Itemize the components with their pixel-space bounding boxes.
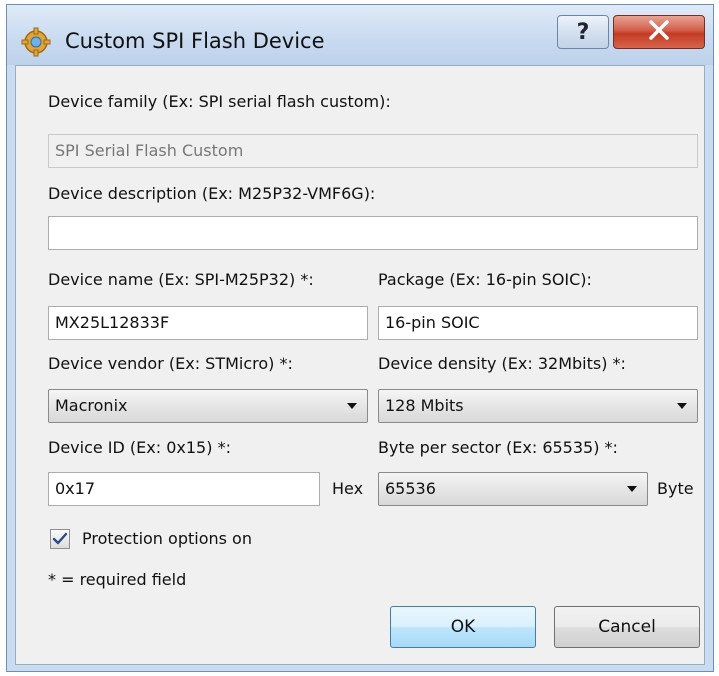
close-icon — [647, 20, 671, 44]
device-family-field: SPI Serial Flash Custom — [48, 134, 698, 168]
device-description-field[interactable] — [48, 216, 698, 250]
protection-checkbox[interactable] — [50, 529, 70, 549]
chevron-down-icon — [347, 403, 357, 409]
byte-per-sector-select[interactable]: 65536 — [378, 472, 648, 506]
help-button[interactable]: ? — [557, 15, 609, 49]
device-density-select[interactable]: 128 Mbits — [378, 389, 698, 423]
byte-per-sector-label: Byte per sector (Ex: 65535) *: — [378, 438, 618, 457]
device-vendor-select[interactable]: Macronix — [48, 389, 368, 423]
chevron-down-icon — [627, 486, 637, 492]
device-density-value: 128 Mbits — [385, 396, 464, 415]
device-id-label: Device ID (Ex: 0x15) *: — [48, 438, 231, 457]
dialog-body: Device family (Ex: SPI serial flash cust… — [15, 65, 705, 665]
package-field[interactable]: 16-pin SOIC — [378, 306, 698, 340]
chevron-down-icon — [677, 403, 687, 409]
gear-chip-icon — [21, 27, 51, 57]
byte-per-sector-value: 65536 — [385, 479, 436, 498]
device-density-label: Device density (Ex: 32Mbits) *: — [378, 354, 626, 373]
device-family-label: Device family (Ex: SPI serial flash cust… — [48, 92, 391, 111]
byte-suffix: Byte — [657, 479, 694, 498]
protection-label[interactable]: Protection options on — [82, 529, 252, 548]
window-title: Custom SPI Flash Device — [65, 29, 325, 53]
hex-suffix: Hex — [332, 479, 364, 498]
required-note: * = required field — [48, 570, 187, 589]
package-label: Package (Ex: 16-pin SOIC): — [378, 270, 592, 289]
device-description-label: Device description (Ex: M25P32-VMF6G): — [48, 184, 376, 203]
device-vendor-value: Macronix — [55, 396, 128, 415]
dialog-window: Custom SPI Flash Device ? Device family … — [6, 4, 714, 672]
ok-button[interactable]: OK — [390, 606, 536, 648]
device-vendor-label: Device vendor (Ex: STMicro) *: — [48, 354, 293, 373]
device-name-label: Device name (Ex: SPI-M25P32) *: — [48, 270, 314, 289]
cancel-button[interactable]: Cancel — [554, 606, 700, 648]
checkmark-icon — [52, 532, 68, 545]
device-name-field[interactable]: MX25L12833F — [48, 306, 368, 340]
help-icon: ? — [576, 19, 590, 45]
title-bar[interactable]: Custom SPI Flash Device ? — [7, 5, 713, 65]
close-button[interactable] — [613, 15, 705, 49]
device-id-field[interactable]: 0x17 — [48, 472, 320, 506]
